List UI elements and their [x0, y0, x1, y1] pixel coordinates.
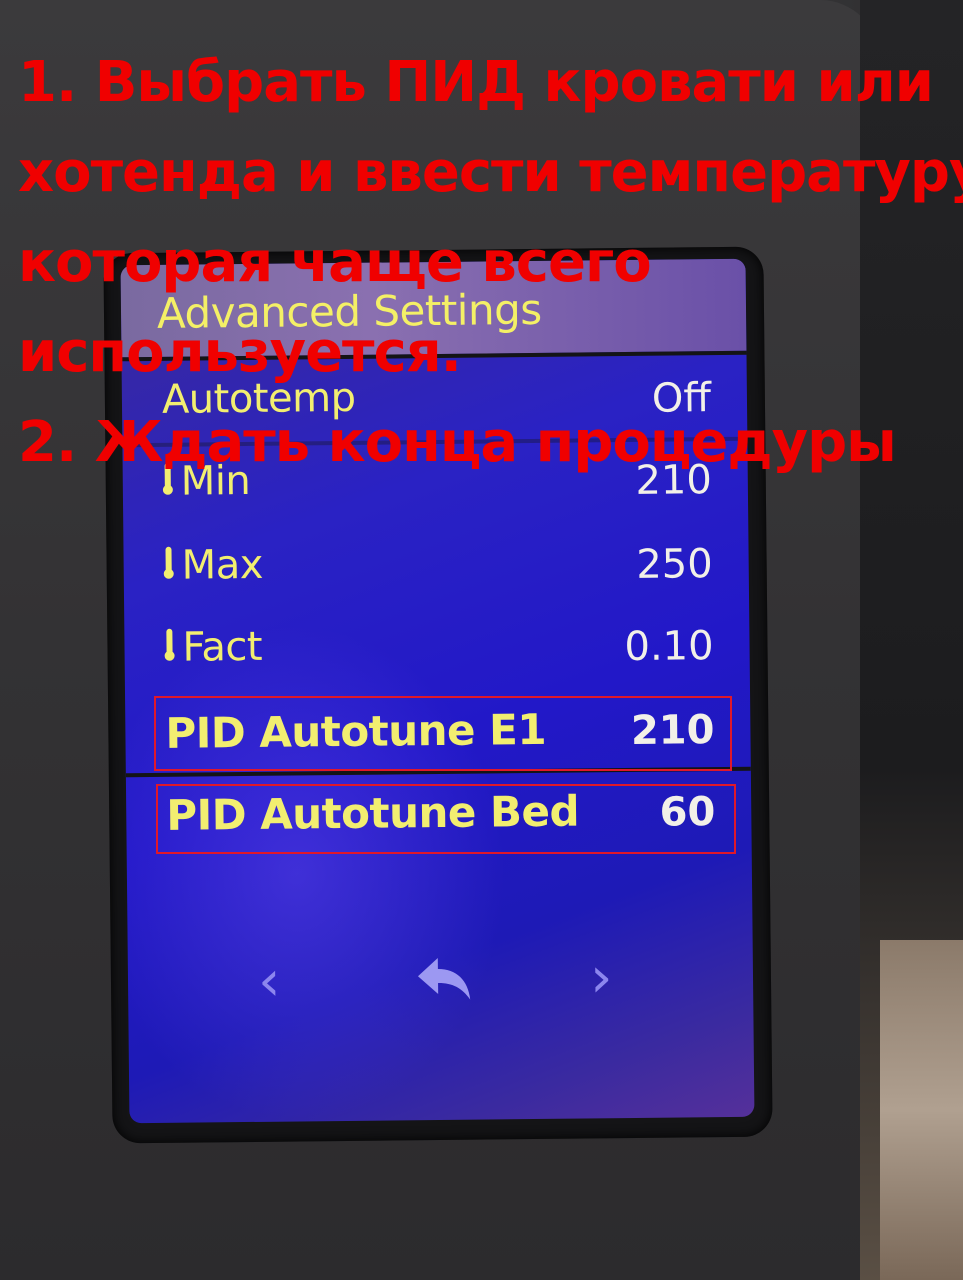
- thermometer-icon: [164, 628, 175, 663]
- back-arrow-icon[interactable]: [414, 952, 475, 1009]
- annotation-line: хотенда и ввести температуру,: [18, 140, 963, 205]
- chevron-left-icon[interactable]: ‹: [258, 949, 281, 1014]
- thermometer-icon: [163, 546, 174, 581]
- menu-row-label-wrap: Max: [163, 542, 263, 589]
- menu-row-value: 0.10: [624, 623, 714, 671]
- menu-row-label: Max: [181, 541, 264, 589]
- annotation-line: которая чаще всего: [18, 230, 652, 295]
- annotation-text: 1. Выбрать ПИД кровати или хотенда и вве…: [18, 38, 963, 488]
- menu-row-fact[interactable]: Fact 0.10: [124, 619, 750, 686]
- highlight-box-e1: [154, 696, 732, 771]
- highlight-box-bed: [156, 784, 736, 854]
- photo: Advanced Settings Autotemp Off Min 210 M…: [0, 0, 963, 1280]
- menu-row-max[interactable]: Max 250: [123, 537, 749, 604]
- chevron-right-icon[interactable]: ›: [590, 945, 613, 1010]
- background-desk: [880, 940, 963, 1280]
- annotation-line: 1. Выбрать ПИД кровати или: [18, 50, 934, 115]
- annotation-line: используется.: [18, 320, 462, 385]
- menu-row-label-wrap: Fact: [164, 624, 262, 671]
- annotation-line: 2. Ждать конца процедуры: [18, 410, 897, 475]
- menu-row-label: Fact: [182, 623, 263, 671]
- menu-row-value: 250: [636, 541, 713, 588]
